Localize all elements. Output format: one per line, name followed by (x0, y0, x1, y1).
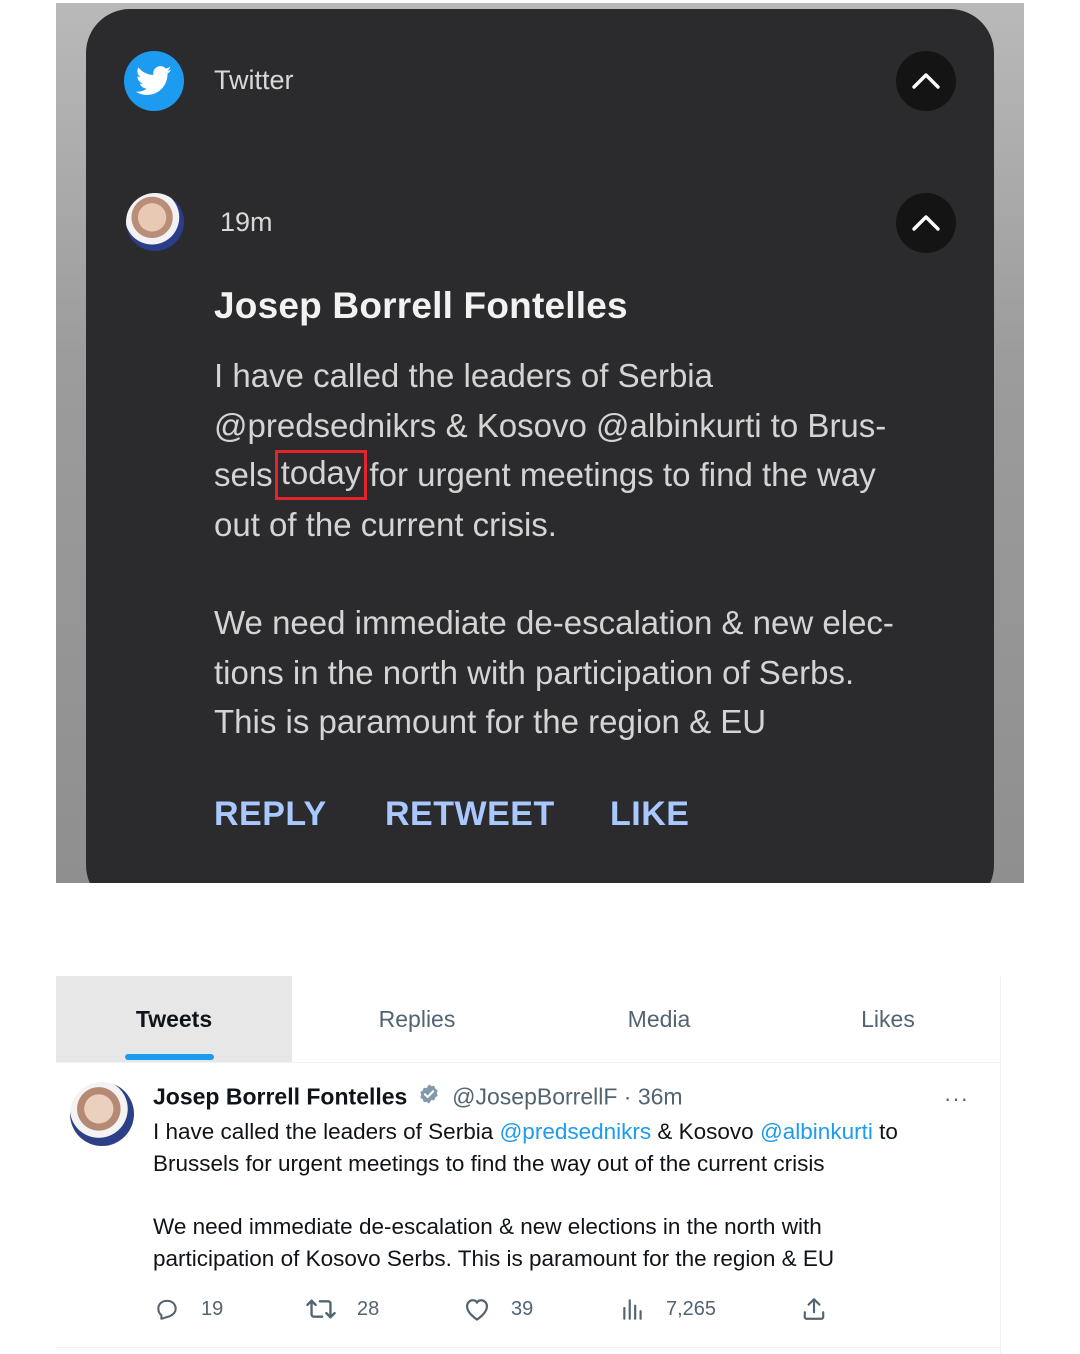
notification-body: I have called the leaders of Serbia @pre… (214, 351, 954, 747)
reply-button[interactable]: REPLY (214, 795, 327, 834)
tweet-text-span: to (872, 1119, 898, 1144)
author-name[interactable]: Josep Borrell Fontelles (153, 1083, 407, 1109)
body-text: for urgent meetings to find the way (369, 456, 876, 493)
tweet[interactable]: Josep Borrell Fontelles @JosepBorrellF ·… (56, 1062, 1000, 1348)
tweet-time[interactable]: 36m (638, 1083, 683, 1109)
verified-badge-icon (418, 1083, 440, 1111)
body-line: @predsednikrs & Kosovo @albinkurti to Br… (214, 406, 887, 444)
tweet-line: Brussels for urgent meetings to find the… (153, 1151, 825, 1176)
mention-link[interactable]: @albinkurti (760, 1119, 873, 1144)
chevron-up-icon (912, 215, 940, 231)
reply-action[interactable]: 19 (153, 1296, 223, 1322)
collapse-app-button[interactable] (896, 51, 956, 111)
reply-icon (157, 1299, 177, 1320)
twitter-bird-icon (124, 51, 184, 111)
tweet-line: I have called the leaders of Serbia @pre… (153, 1116, 973, 1148)
share-action[interactable] (801, 1296, 827, 1322)
selected-tab-indicator (125, 1054, 214, 1060)
like-count: 39 (511, 1297, 534, 1320)
tweet-actions: 19 28 39 7,265 (153, 1296, 853, 1328)
tweet-line: participation of Kosovo Serbs. This is p… (153, 1246, 835, 1271)
body-line: out of the current crisis. (214, 505, 557, 543)
avatar (126, 193, 184, 251)
chevron-up-icon (912, 73, 940, 89)
heart-icon (465, 1299, 489, 1321)
retweet-icon (306, 1299, 336, 1319)
tweet-text-span: I have called the leaders of Serbia (153, 1119, 500, 1144)
tweet-text: I have called the leaders of Serbia @pre… (153, 1116, 973, 1275)
retweet-action[interactable]: 28 (305, 1296, 379, 1322)
body-line: sels today for urgent meetings to find the… (214, 450, 954, 500)
view-count: 7,265 (666, 1297, 717, 1320)
reply-count: 19 (201, 1297, 224, 1320)
highlighted-word: today (274, 450, 368, 500)
like-action[interactable]: 39 (463, 1296, 533, 1322)
notification-meta-row: 19m (124, 193, 956, 253)
avatar[interactable] (70, 1082, 134, 1146)
more-options-button[interactable]: ··· (944, 1086, 969, 1112)
body-line: This is paramount for the region & EU (214, 703, 767, 740)
tab-likes[interactable]: Likes (776, 976, 1000, 1062)
notification-screenshot: Twitter 19m Josep Borrell Fontelles I ha… (56, 3, 1024, 883)
like-button[interactable]: LIKE (610, 795, 689, 834)
share-icon (803, 1298, 825, 1320)
tab-replies[interactable]: Replies (292, 976, 542, 1062)
tab-tweets[interactable]: Tweets (56, 976, 292, 1062)
body-line: I have called the leaders of Serbia (214, 357, 713, 394)
mention-link[interactable]: @predsednikrs (499, 1119, 651, 1144)
app-name: Twitter (214, 65, 294, 95)
tweet-header: Josep Borrell Fontelles @JosepBorrellF ·… (153, 1082, 683, 1112)
body-line: We need immediate de-escalation & new el… (214, 604, 894, 641)
tweet-line: We need immediate de-escalation & new el… (153, 1214, 822, 1239)
notification-card: Twitter 19m Josep Borrell Fontelles I ha… (86, 9, 994, 883)
body-line: tions in the north with participation of… (214, 653, 855, 691)
retweet-count: 28 (357, 1297, 380, 1320)
retweet-button[interactable]: RETWEET (385, 795, 555, 834)
tab-media[interactable]: Media (542, 976, 776, 1062)
notification-app-row: Twitter (124, 51, 956, 111)
author-handle[interactable]: @JosepBorrellF (452, 1083, 617, 1109)
profile-tabs: Tweets Replies Media Likes (56, 976, 1000, 1063)
notification-author: Josep Borrell Fontelles (214, 285, 628, 326)
tweet-text-span: & Kosovo (651, 1119, 760, 1144)
separator-dot: · (623, 1083, 632, 1110)
profile-timeline-screenshot: Tweets Replies Media Likes Josep Borrell… (56, 976, 1001, 1354)
body-text: sels (214, 456, 273, 493)
views-action[interactable]: 7,265 (620, 1296, 716, 1322)
collapse-notification-button[interactable] (896, 193, 956, 253)
bar-chart-icon (623, 1299, 642, 1320)
notification-time: 19m (220, 207, 273, 237)
